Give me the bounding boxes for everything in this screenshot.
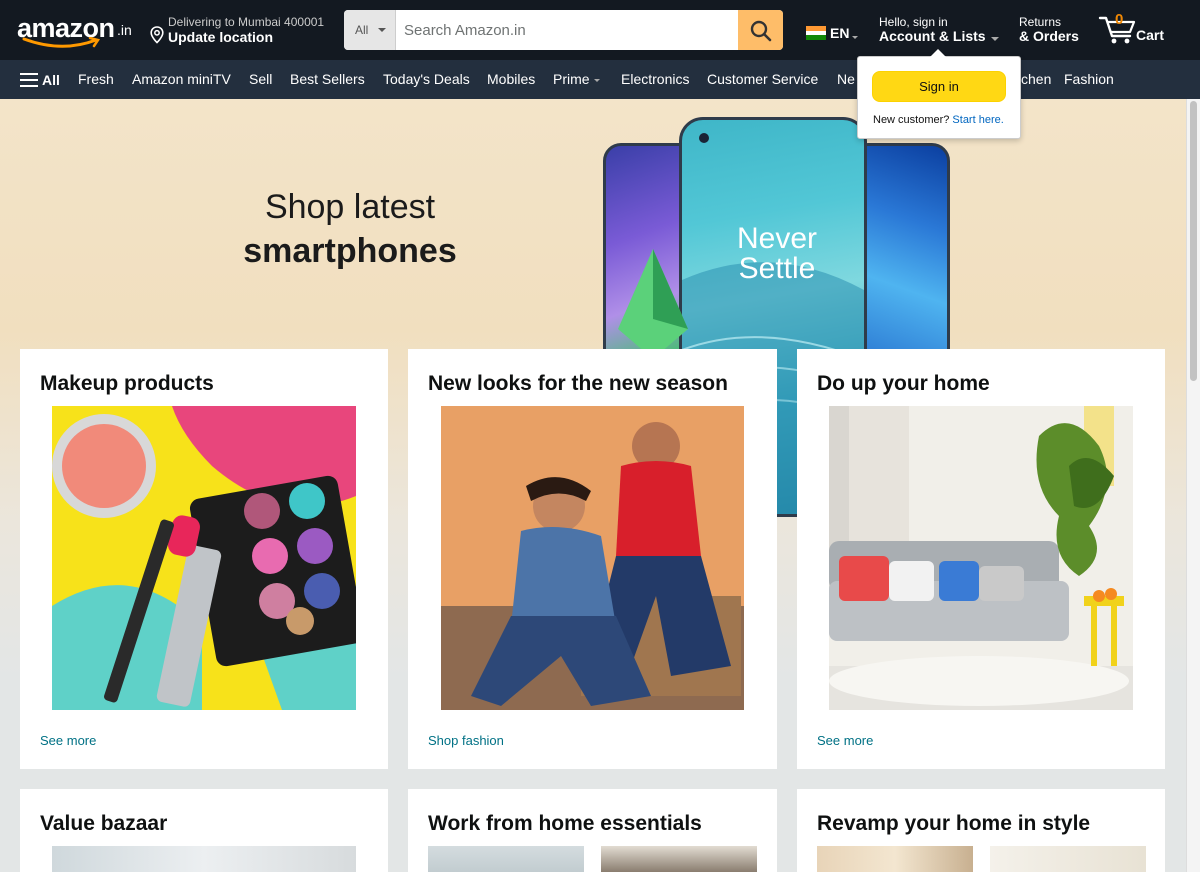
- hero-title: Shop latest smartphones: [238, 185, 462, 273]
- search-button[interactable]: [738, 10, 783, 50]
- hero-line2: smartphones: [243, 232, 457, 270]
- see-more-link[interactable]: See more: [40, 733, 96, 748]
- location-pin-icon: [150, 26, 164, 44]
- wfh-image-2[interactable]: [601, 846, 757, 872]
- nav-item-partial[interactable]: Ne: [837, 71, 855, 87]
- card-title: Value bazaar: [40, 812, 168, 835]
- home-illustration: [829, 406, 1133, 710]
- logo-suffix: .in: [117, 22, 132, 38]
- fashion-image[interactable]: [441, 406, 744, 710]
- crystal-decoration: [618, 249, 688, 359]
- nav-item-kitchen-partial[interactable]: chen: [1021, 71, 1051, 87]
- search-bar: All: [344, 10, 783, 50]
- all-menu-label: All: [42, 72, 60, 88]
- nav-item-electronics[interactable]: Electronics: [621, 71, 689, 87]
- hamburger-icon: [20, 73, 38, 87]
- cart-button[interactable]: 0 Cart: [1098, 10, 1170, 50]
- revamp-image-2[interactable]: [990, 846, 1146, 872]
- deliver-to-location[interactable]: Delivering to Mumbai 400001 Update locat…: [150, 14, 335, 48]
- update-location-label: Update location: [168, 29, 274, 45]
- new-customer-label: New customer?: [873, 114, 950, 126]
- card-new-looks: New looks for the new season Shop fashio…: [408, 349, 777, 769]
- new-customer-row: New customer? Start here.: [873, 114, 1004, 126]
- nav-item-fresh[interactable]: Fresh: [78, 71, 114, 87]
- page-scrollbar[interactable]: [1186, 99, 1200, 872]
- nav-item-todays-deals[interactable]: Today's Deals: [383, 71, 470, 87]
- phone-text1: Never: [737, 222, 817, 255]
- search-input[interactable]: [396, 10, 738, 50]
- search-category-dropdown[interactable]: All: [344, 10, 396, 50]
- card-revamp-home: Revamp your home in style: [797, 789, 1165, 872]
- prime-label: Prime: [553, 71, 590, 87]
- chevron-down-icon: [378, 28, 386, 32]
- search-category-label: All: [355, 23, 369, 37]
- language-label: EN: [830, 25, 850, 41]
- nav-item-mobiles[interactable]: Mobiles: [487, 71, 535, 87]
- top-nav-bar: amazon .in Delivering to Mumbai 400001 U…: [0, 0, 1200, 60]
- chevron-down-icon: [991, 37, 999, 41]
- search-icon: [750, 20, 772, 42]
- signin-button[interactable]: Sign in: [872, 71, 1006, 102]
- shop-fashion-link[interactable]: Shop fashion: [428, 733, 504, 748]
- cart-label: Cart: [1136, 27, 1165, 43]
- chevron-down-icon: [852, 36, 858, 39]
- nav-item-prime[interactable]: Prime: [553, 71, 600, 87]
- see-more-link[interactable]: See more: [817, 733, 873, 748]
- revamp-image-1[interactable]: [817, 846, 973, 872]
- card-makeup-products: Makeup products See more: [20, 349, 388, 769]
- nav-item-best-sellers[interactable]: Best Sellers: [290, 71, 365, 87]
- chevron-down-icon: [593, 78, 600, 82]
- makeup-illustration: [52, 406, 356, 710]
- card-title: New looks for the new season: [428, 372, 728, 395]
- orders-label: & Orders: [1019, 28, 1079, 44]
- card-title: Do up your home: [817, 372, 990, 395]
- home-image[interactable]: [829, 406, 1133, 710]
- returns-label: Returns: [1019, 15, 1062, 29]
- value-bazaar-image[interactable]: [52, 846, 356, 872]
- flyout-arrow: [930, 49, 946, 57]
- account-lists-label: Account & Lists: [879, 28, 986, 44]
- hero-line1: Shop latest: [264, 188, 436, 226]
- amazon-logo[interactable]: amazon .in: [14, 10, 134, 50]
- signin-flyout: Sign in New customer? Start here.: [857, 49, 1021, 139]
- makeup-image[interactable]: [52, 406, 356, 710]
- start-here-link[interactable]: Start here.: [952, 114, 1003, 126]
- wfh-image-1[interactable]: [428, 846, 584, 872]
- nav-item-customer-service[interactable]: Customer Service: [707, 71, 818, 87]
- card-title: Work from home essentials: [428, 812, 702, 835]
- fashion-illustration: [441, 406, 744, 710]
- deliver-line1: Delivering to Mumbai 400001: [168, 15, 325, 29]
- nav-item-minitv[interactable]: Amazon miniTV: [132, 71, 231, 87]
- account-greeting: Hello, sign in: [879, 15, 948, 29]
- account-and-lists[interactable]: Hello, sign in Account & Lists: [879, 14, 1004, 48]
- card-do-up-home: Do up your home See more: [797, 349, 1165, 769]
- nav-item-sell[interactable]: Sell: [249, 71, 272, 87]
- cart-count: 0: [1115, 11, 1124, 28]
- phone-text2: Settle: [739, 252, 816, 285]
- card-work-from-home: Work from home essentials: [408, 789, 777, 872]
- smile-arrow-icon: [22, 37, 101, 48]
- india-flag-icon: [806, 26, 826, 40]
- card-title: Makeup products: [40, 372, 214, 395]
- scrollbar-thumb[interactable]: [1190, 101, 1197, 381]
- card-value-bazaar: Value bazaar: [20, 789, 388, 872]
- card-title: Revamp your home in style: [817, 812, 1091, 835]
- nav-item-fashion[interactable]: Fashion: [1064, 71, 1114, 87]
